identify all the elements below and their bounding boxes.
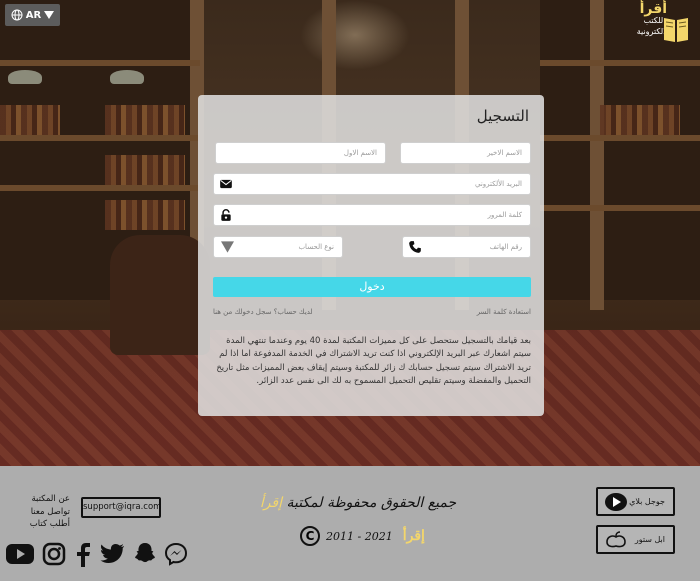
chevron-down-icon (44, 11, 55, 19)
shelf-plank (0, 60, 200, 66)
first-name-input[interactable]: الاسم الاول (215, 142, 386, 164)
book-row (105, 105, 185, 135)
shelf-plank (540, 135, 700, 141)
form-title: التسجيل (476, 107, 529, 125)
desk-lamp (110, 70, 144, 84)
password-placeholder: كلمة المرور (487, 211, 522, 219)
language-switcher[interactable]: AR (5, 4, 60, 26)
copyright-line: C 2011 - 2021 إقرأ (300, 526, 440, 546)
rights-label: جميع الحقوق محفوظة لمكتبة (286, 495, 457, 511)
google-play-icon (605, 492, 627, 511)
terms-text: بعد قيامك بالتسجيل ستحصل على كل مميزات ا… (216, 336, 531, 387)
last-name-input[interactable]: الاسم الاخير (400, 142, 531, 164)
support-email[interactable]: support@iqra.com (81, 497, 161, 518)
account-type-select[interactable]: نوع الحساب (213, 236, 343, 258)
social-links (5, 541, 188, 567)
globe-icon (11, 9, 23, 21)
snapchat-icon[interactable] (133, 541, 157, 567)
lock-icon (221, 209, 231, 221)
about-link[interactable]: عن المكتبة (20, 493, 71, 506)
book-row (600, 105, 680, 135)
shelf-plank (0, 185, 200, 191)
open-book-icon[interactable] (662, 14, 690, 44)
footer-brand: إقرأ (402, 528, 425, 544)
registration-card: التسجيل الاسم الاخير الاسم الاول البريد … (198, 95, 544, 416)
armchair (110, 235, 210, 355)
shelf-pillar (590, 0, 604, 310)
shelf-plank (540, 60, 700, 66)
password-input[interactable]: كلمة المرور (213, 204, 531, 226)
phone-icon (409, 241, 421, 253)
youtube-icon[interactable] (5, 541, 35, 567)
google-play-button[interactable]: جوجل بلاي (596, 487, 675, 516)
right-bookshelf (540, 0, 700, 300)
language-label: AR (25, 9, 42, 21)
ceiling-light (300, 0, 410, 70)
copyright-years: 2011 - 2021 (326, 529, 393, 543)
book-row (105, 155, 185, 185)
email-placeholder: البريد الألكتروني (475, 180, 522, 188)
phone-input[interactable]: رقم الهاتف (402, 236, 531, 258)
login-link[interactable]: لديك حساب؟ سجل دخولك من هنا (213, 308, 313, 316)
google-play-label: جوجل بلاي (629, 497, 665, 506)
email-icon (220, 179, 232, 189)
apple-icon (606, 530, 626, 547)
shelf-plank (540, 205, 700, 211)
messenger-icon[interactable] (164, 541, 188, 567)
email-input[interactable]: البريد الألكتروني (213, 173, 531, 195)
rights-brand: إقرأ (259, 495, 283, 511)
rights-text: جميع الحقوق محفوظة لمكتبة إقرأ (258, 495, 458, 511)
app-store-button[interactable]: ابل ستور (596, 525, 675, 554)
twitter-icon[interactable] (100, 542, 126, 566)
facebook-icon[interactable] (73, 541, 93, 567)
forgot-password-link[interactable]: استعادة كلمة السر (477, 308, 531, 316)
footer-links: عن المكتبة تواصل معنا أطلب كتاب (20, 493, 70, 531)
copyright-icon: C (300, 526, 320, 546)
submit-button[interactable]: دخول (213, 277, 531, 297)
desk-lamp (8, 70, 42, 84)
instagram-icon[interactable] (42, 541, 66, 567)
book-row (105, 200, 185, 230)
request-book-link[interactable]: أطلب كتاب (20, 518, 70, 531)
book-row (0, 105, 60, 135)
app-store-label: ابل ستور (634, 535, 665, 544)
contact-link[interactable]: تواصل معنا (20, 506, 70, 519)
account-type-placeholder: نوع الحساب (298, 243, 334, 251)
phone-placeholder: رقم الهاتف (489, 243, 522, 251)
shelf-plank (0, 135, 200, 141)
chevron-down-icon (221, 241, 234, 253)
